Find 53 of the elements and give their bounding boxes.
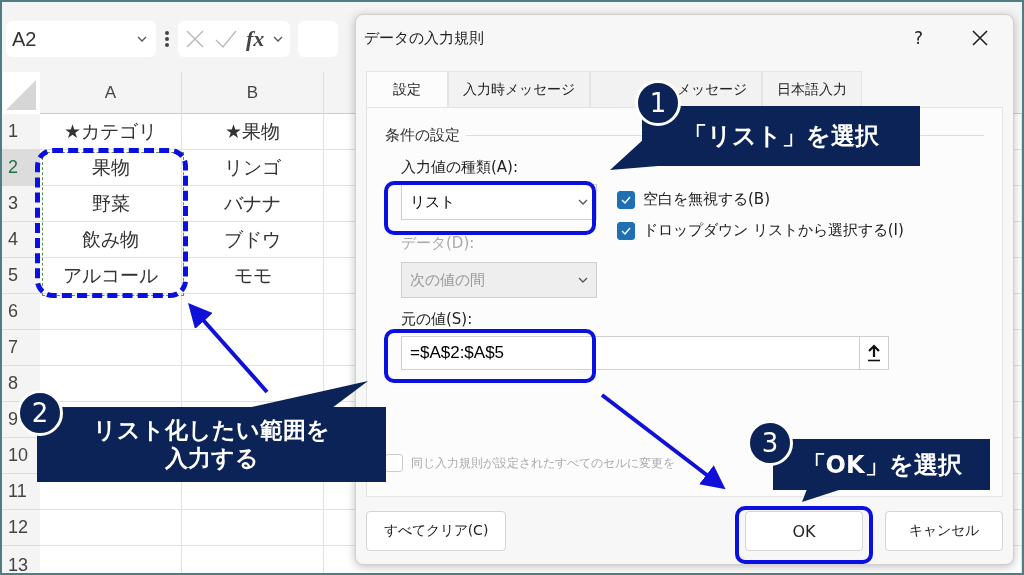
- field-label: データ(D):: [401, 232, 476, 254]
- row-header[interactable]: 6: [2, 294, 40, 330]
- up-arrow-icon: [867, 344, 881, 362]
- row-header[interactable]: 2: [2, 150, 40, 186]
- checkbox[interactable]: [617, 221, 635, 240]
- checkbox-label: 空白を無視する(B): [643, 190, 770, 209]
- table-cell: バナナ: [182, 186, 324, 222]
- table-cell: リンゴ: [182, 150, 324, 186]
- column-header[interactable]: A: [40, 72, 182, 114]
- row-header[interactable]: 3: [2, 186, 40, 222]
- section-label: 条件の設定: [385, 125, 460, 145]
- row-header[interactable]: 5: [2, 258, 40, 294]
- table-cell: ブドウ: [182, 222, 324, 258]
- field-label: 元の値(S):: [400, 308, 474, 330]
- checkbox-label: ドロップダウン リストから選択する(I): [643, 221, 904, 240]
- ok-button[interactable]: OK: [745, 511, 863, 551]
- row-header[interactable]: 12: [2, 510, 40, 546]
- row-header[interactable]: 1: [2, 114, 40, 150]
- row-header[interactable]: 8: [2, 366, 40, 402]
- table-cell: ★果物: [182, 114, 324, 150]
- cancel-icon: [184, 28, 206, 50]
- column-header[interactable]: B: [182, 72, 324, 114]
- function-label[interactable]: fx: [246, 26, 265, 52]
- name-box[interactable]: A2: [6, 21, 156, 57]
- check-icon: [214, 28, 238, 50]
- table-cell: アルコール: [40, 258, 182, 294]
- collapse-button[interactable]: [859, 336, 889, 370]
- table-cell: 野菜: [40, 186, 182, 222]
- callout-text: 「リスト」を選択: [683, 121, 879, 152]
- table-cell: モモ: [182, 258, 324, 294]
- row-header[interactable]: 4: [2, 222, 40, 258]
- row-header[interactable]: 11: [2, 474, 40, 510]
- cancel-button[interactable]: キャンセル: [885, 511, 1003, 551]
- dialog-title: データの入力規則: [364, 28, 485, 48]
- table-cell: 飲み物: [40, 222, 182, 258]
- checkbox[interactable]: [617, 190, 635, 209]
- checkbox-label: 同じ入力規則が設定されたすべてのセルに変更を: [411, 454, 675, 472]
- callout-text: 「OK」を選択: [801, 449, 962, 481]
- tab[interactable]: 日本語入力: [762, 71, 862, 107]
- row-header[interactable]: 7: [2, 330, 40, 366]
- tab[interactable]: 入力時メッセージ: [448, 71, 590, 107]
- tab[interactable]: 設定: [366, 71, 448, 107]
- close-icon: [971, 29, 989, 47]
- field-label: 入力値の種類(A):: [401, 156, 520, 178]
- table-cell: 果物: [40, 150, 182, 186]
- more-icon: [164, 29, 170, 49]
- help-button[interactable]: ?: [913, 28, 923, 48]
- clear-all-button[interactable]: すべてクリア(C): [366, 511, 506, 551]
- table-cell: ★カテゴリ: [40, 114, 182, 150]
- callout-text: リスト化したい範囲を入力する: [92, 416, 331, 473]
- row-header[interactable]: 13: [2, 546, 40, 573]
- source-input[interactable]: =$A$2:$A$5: [401, 336, 859, 370]
- row-header[interactable]: 10: [2, 438, 40, 474]
